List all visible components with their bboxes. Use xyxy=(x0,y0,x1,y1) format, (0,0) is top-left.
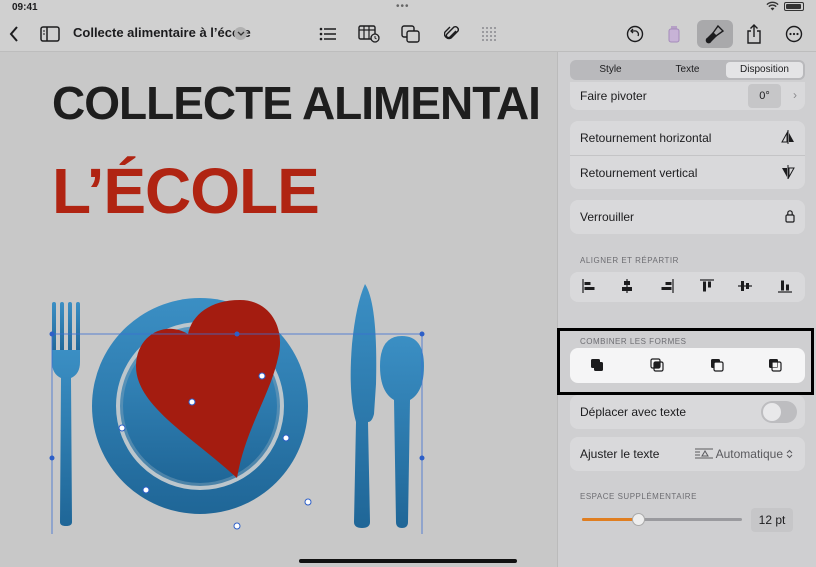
wrap-value-button[interactable]: Automatique xyxy=(694,447,793,461)
headline-subtitle[interactable]: L’ÉCOLE xyxy=(52,154,320,228)
status-right xyxy=(766,1,804,11)
multitasking-dots[interactable]: ••• xyxy=(396,1,410,12)
undo-button[interactable] xyxy=(622,20,648,48)
lock-card: Verrouiller xyxy=(570,200,805,234)
move-with-text-card: Déplacer avec texte xyxy=(570,395,805,429)
table-button[interactable] xyxy=(356,20,382,48)
chevron-left-icon xyxy=(9,26,18,42)
document-canvas[interactable]: COLLECTE ALIMENTAI L’ÉCOLE xyxy=(0,52,557,567)
slider-fill xyxy=(582,518,638,521)
extra-space-value-field[interactable]: 12 pt xyxy=(751,508,793,532)
flip-horizontal-row[interactable]: Retournement horizontal xyxy=(570,121,805,155)
align-buttons xyxy=(570,272,805,302)
extra-space-controls: 12 pt xyxy=(570,508,805,536)
align-middle-icon[interactable] xyxy=(738,279,752,298)
knife-shape[interactable] xyxy=(350,284,377,528)
chevron-updown-icon xyxy=(786,449,793,459)
rotate-card: Faire pivoter 0° › xyxy=(570,82,805,110)
title-menu-button[interactable] xyxy=(234,27,247,40)
sidebar-icon xyxy=(40,26,60,42)
battery-icon xyxy=(784,1,804,11)
ellipsis-circle-icon xyxy=(785,25,803,43)
slider-knob[interactable] xyxy=(632,513,645,526)
combine-highlight-frame xyxy=(557,328,814,395)
list-icon xyxy=(319,27,336,41)
grid-button[interactable] xyxy=(478,20,500,48)
chevron-down-icon xyxy=(237,31,244,36)
align-top-icon[interactable] xyxy=(700,279,714,298)
panel-tabs: Style Texte Disposition xyxy=(570,60,805,80)
rotate-value-field[interactable]: 0° xyxy=(748,84,781,108)
align-bottom-icon[interactable] xyxy=(778,279,792,298)
wrap-row[interactable]: Ajuster le texte Automatique xyxy=(570,437,805,471)
lock-label: Verrouiller xyxy=(580,210,635,224)
undo-icon xyxy=(626,25,644,43)
headline-title[interactable]: COLLECTE ALIMENTAI xyxy=(52,76,541,130)
flip-vertical-row[interactable]: Retournement vertical xyxy=(570,155,805,189)
flip-horizontal-icon xyxy=(781,130,794,144)
tab-style[interactable]: Style xyxy=(572,62,649,78)
status-bar: 09:41 ••• xyxy=(0,0,816,16)
sidebar-button[interactable] xyxy=(38,20,62,48)
back-button[interactable] xyxy=(4,20,24,48)
spoon-shape[interactable] xyxy=(380,336,424,528)
wrap-label: Ajuster le texte xyxy=(580,447,660,461)
extra-space-section-header: ESPACE SUPPLÉMENTAIRE xyxy=(580,492,697,501)
lock-icon xyxy=(785,210,795,223)
align-right-icon[interactable] xyxy=(660,279,674,298)
move-with-text-label: Déplacer avec texte xyxy=(580,405,687,419)
flip-horizontal-label: Retournement horizontal xyxy=(580,131,712,145)
paint-bucket-icon xyxy=(668,26,680,43)
align-section-header: ALIGNER ET RÉPARTIR xyxy=(580,256,679,265)
rotate-row[interactable]: Faire pivoter 0° › xyxy=(570,82,805,110)
extra-space-slider[interactable] xyxy=(582,513,742,526)
shape-button[interactable] xyxy=(398,20,424,48)
align-left-icon[interactable] xyxy=(582,279,596,298)
wrap-value: Automatique xyxy=(715,447,783,461)
plate-artwork[interactable] xyxy=(40,274,440,534)
share-button[interactable] xyxy=(742,20,766,48)
attachment-button[interactable] xyxy=(440,20,464,48)
flip-card: Retournement horizontal Retournement ver… xyxy=(570,121,805,189)
flip-vertical-label: Retournement vertical xyxy=(580,165,698,180)
wrap-card: Ajuster le texte Automatique xyxy=(570,437,805,471)
share-icon xyxy=(747,24,761,44)
move-with-text-row[interactable]: Déplacer avec texte xyxy=(570,395,805,429)
align-center-icon[interactable] xyxy=(620,279,634,298)
text-wrap-icon xyxy=(694,448,713,459)
paperclip-icon xyxy=(444,26,459,40)
flip-vertical-icon xyxy=(782,165,795,179)
tab-text[interactable]: Texte xyxy=(649,62,726,78)
tab-arrange[interactable]: Disposition xyxy=(726,62,803,78)
dotted-grid-icon xyxy=(482,27,496,41)
shapes-icon xyxy=(401,25,420,43)
move-with-text-toggle[interactable] xyxy=(761,401,797,423)
list-button[interactable] xyxy=(316,20,340,48)
more-button[interactable] xyxy=(782,20,806,48)
fork-shape[interactable] xyxy=(52,302,80,526)
paintbrush-icon xyxy=(705,24,725,44)
home-indicator[interactable] xyxy=(299,559,517,563)
toolbar: Collecte alimentaire à l’école xyxy=(0,16,816,52)
lock-row[interactable]: Verrouiller xyxy=(570,200,805,234)
format-panel: Style Texte Disposition Faire pivoter 0°… xyxy=(557,52,816,567)
document-title[interactable]: Collecte alimentaire à l’école xyxy=(73,25,251,40)
wifi-icon xyxy=(766,1,779,11)
status-time: 09:41 xyxy=(12,2,38,13)
chevron-right-icon[interactable]: › xyxy=(793,88,797,102)
table-icon xyxy=(358,25,380,43)
style-palette-button[interactable] xyxy=(662,20,686,48)
format-button[interactable] xyxy=(697,20,733,48)
rotate-label: Faire pivoter xyxy=(580,89,647,103)
